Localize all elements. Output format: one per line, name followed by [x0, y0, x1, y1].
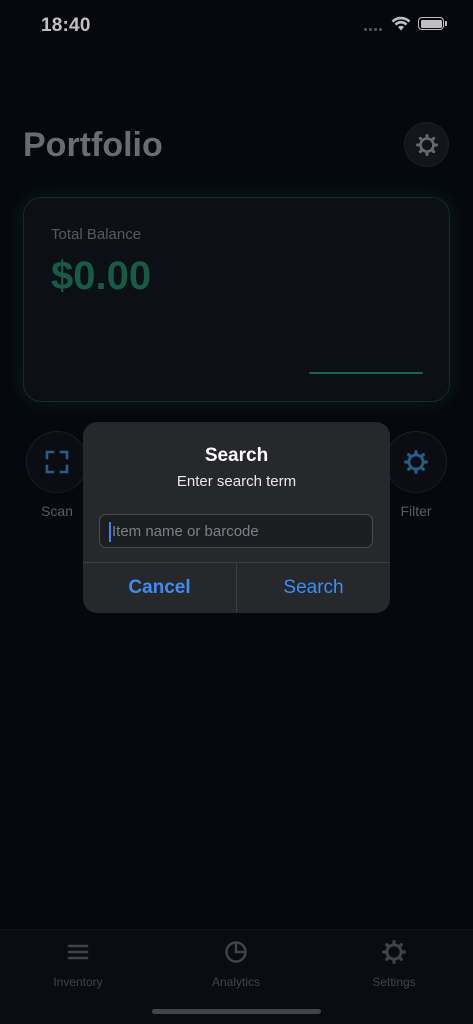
search-input-placeholder: Item name or barcode: [112, 523, 259, 540]
portfolio-screen: 18:40 Portfolio Total Balance $0.00 Scan…: [0, 0, 473, 1024]
text-cursor: [109, 522, 111, 542]
search-input[interactable]: Item name or barcode: [99, 514, 373, 548]
search-button[interactable]: Search: [237, 563, 390, 613]
cancel-button[interactable]: Cancel: [83, 563, 236, 613]
search-alert: Search Enter search term Item name or ba…: [83, 422, 390, 613]
alert-message: Enter search term: [176, 473, 297, 490]
alert-title: Search: [204, 445, 269, 466]
